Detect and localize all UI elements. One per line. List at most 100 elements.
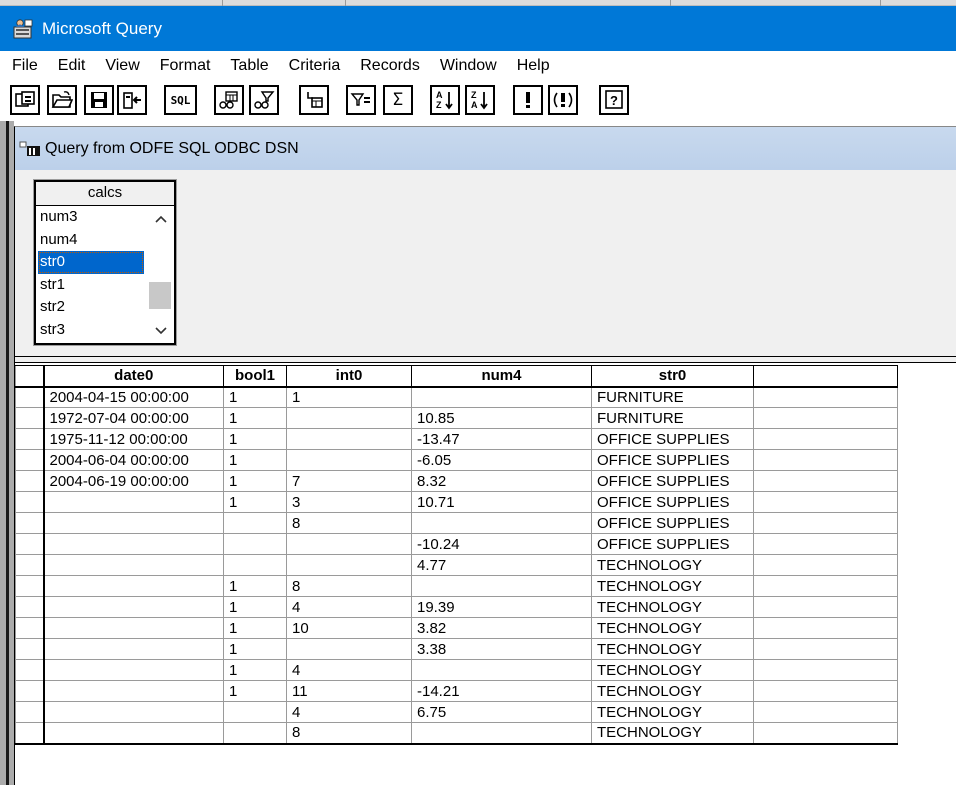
row-selector[interactable] (15, 491, 45, 513)
grid-cell[interactable]: 1975-11-12 00:00:00 (43, 428, 224, 450)
menu-records[interactable]: Records (349, 57, 429, 75)
row-selector[interactable] (15, 512, 45, 534)
grid-cell[interactable] (286, 638, 412, 660)
scroll-up-icon[interactable] (154, 214, 168, 224)
row-selector[interactable] (15, 554, 45, 576)
grid-cell[interactable] (753, 554, 898, 576)
grid-cell[interactable]: 1 (223, 470, 287, 492)
row-selector[interactable] (15, 722, 45, 745)
row-selector[interactable] (15, 428, 45, 450)
grid-cell[interactable]: TECHNOLOGY (591, 659, 754, 681)
save-query-button[interactable] (84, 85, 114, 115)
grid-cell[interactable] (43, 596, 224, 618)
grid-cell[interactable]: 6.75 (411, 701, 592, 723)
field-list-scrollbar[interactable] (148, 206, 174, 343)
grid-cell[interactable]: 1 (223, 659, 287, 681)
table-row[interactable]: 1972-07-04 00:00:00 1 10.85 FURNITURE (15, 407, 898, 429)
scroll-down-icon[interactable] (154, 326, 168, 336)
menu-file[interactable]: File (0, 57, 47, 75)
grid-cell[interactable]: 2004-06-04 00:00:00 (43, 449, 224, 471)
grid-cell[interactable]: OFFICE SUPPLIES (591, 491, 754, 513)
table-row[interactable]: 2004-06-19 00:00:00 1 7 8.32 OFFICE SUPPLIES (15, 470, 898, 492)
grid-cell[interactable]: 1972-07-04 00:00:00 (43, 407, 224, 429)
table-row[interactable]: 1 4 19.39 TECHNOLOGY (15, 596, 898, 618)
grid-cell[interactable] (43, 680, 224, 702)
grid-cell[interactable]: 1 (223, 386, 287, 408)
grid-cell[interactable]: 2004-04-15 00:00:00 (43, 386, 224, 408)
open-query-button[interactable] (47, 85, 77, 115)
grid-cell[interactable]: 1 (223, 407, 287, 429)
add-tables-button[interactable] (299, 85, 329, 115)
grid-cell[interactable]: 1 (223, 428, 287, 450)
table-row[interactable]: 1975-11-12 00:00:00 1 -13.47 OFFICE SUPPLIE… (15, 428, 898, 450)
table-row[interactable]: 8 TECHNOLOGY (15, 722, 898, 745)
table-row[interactable]: 4.77 TECHNOLOGY (15, 554, 898, 576)
table-row[interactable]: 4 6.75 TECHNOLOGY (15, 701, 898, 723)
grid-cell[interactable]: 1 (223, 491, 287, 513)
grid-cell[interactable]: 4.77 (411, 554, 592, 576)
grid-cell[interactable] (753, 638, 898, 660)
menu-window[interactable]: Window (429, 57, 506, 75)
column-header[interactable]: date0 (43, 365, 224, 388)
row-selector[interactable] (15, 701, 45, 723)
grid-cell[interactable] (43, 659, 224, 681)
grid-cell[interactable]: -6.05 (411, 449, 592, 471)
grid-cell[interactable]: 4 (286, 596, 412, 618)
column-header-empty[interactable] (753, 365, 898, 388)
grid-cell[interactable] (43, 554, 224, 576)
grid-cell[interactable] (223, 722, 287, 745)
row-selector[interactable] (15, 470, 45, 492)
grid-cell[interactable]: 1 (286, 386, 412, 408)
grid-cell[interactable] (411, 512, 592, 534)
grid-cell[interactable]: 3.82 (411, 617, 592, 639)
row-selector[interactable] (15, 386, 45, 408)
field-item[interactable]: num4 (36, 229, 146, 252)
grid-cell[interactable] (411, 659, 592, 681)
menu-format[interactable]: Format (149, 57, 220, 75)
grid-cell[interactable]: 10.85 (411, 407, 592, 429)
grid-cell[interactable]: OFFICE SUPPLIES (591, 470, 754, 492)
grid-cell[interactable]: TECHNOLOGY (591, 617, 754, 639)
grid-cell[interactable]: OFFICE SUPPLIES (591, 512, 754, 534)
grid-cell[interactable]: OFFICE SUPPLIES (591, 428, 754, 450)
grid-cell[interactable] (753, 491, 898, 513)
menu-criteria[interactable]: Criteria (278, 57, 350, 75)
show-criteria-button[interactable] (249, 85, 279, 115)
grid-cell[interactable]: -10.24 (411, 533, 592, 555)
grid-cell[interactable] (753, 533, 898, 555)
criteria-equals-button[interactable] (346, 85, 376, 115)
grid-cell[interactable]: 10.71 (411, 491, 592, 513)
grid-cell[interactable] (43, 512, 224, 534)
new-query-button[interactable] (10, 85, 40, 115)
grid-cell[interactable] (223, 701, 287, 723)
grid-cell[interactable] (43, 701, 224, 723)
title-bar[interactable]: Microsoft Query (0, 6, 956, 51)
query-now-button[interactable] (513, 85, 543, 115)
grid-cell[interactable]: 1 (223, 638, 287, 660)
grid-cell[interactable] (753, 659, 898, 681)
grid-cell[interactable] (43, 491, 224, 513)
menu-table[interactable]: Table (219, 57, 277, 75)
grid-cell[interactable]: 8.32 (411, 470, 592, 492)
scrollbar-thumb[interactable] (149, 282, 171, 309)
grid-cell[interactable] (753, 428, 898, 450)
grid-cell[interactable]: TECHNOLOGY (591, 680, 754, 702)
row-selector[interactable] (15, 638, 45, 660)
grid-cell[interactable] (286, 407, 412, 429)
grid-cell[interactable]: 3 (286, 491, 412, 513)
view-sql-button[interactable]: SQL (164, 85, 197, 115)
calcs-table-box[interactable]: calcs num3 num4 str0 str1 str2 str3 (33, 179, 177, 346)
table-name-header[interactable]: calcs (36, 182, 174, 206)
sort-descending-button[interactable]: ZA (465, 85, 495, 115)
grid-cell[interactable]: 19.39 (411, 596, 592, 618)
show-tables-button[interactable] (214, 85, 244, 115)
sort-ascending-button[interactable]: AZ (430, 85, 460, 115)
grid-cell[interactable] (223, 512, 287, 534)
field-item[interactable]: str1 (36, 274, 146, 297)
grid-cell[interactable] (286, 533, 412, 555)
grid-cell[interactable] (753, 386, 898, 408)
grid-cell[interactable] (223, 533, 287, 555)
grid-cell[interactable]: OFFICE SUPPLIES (591, 533, 754, 555)
table-row[interactable]: -10.24 OFFICE SUPPLIES (15, 533, 898, 555)
row-selector[interactable] (15, 575, 45, 597)
